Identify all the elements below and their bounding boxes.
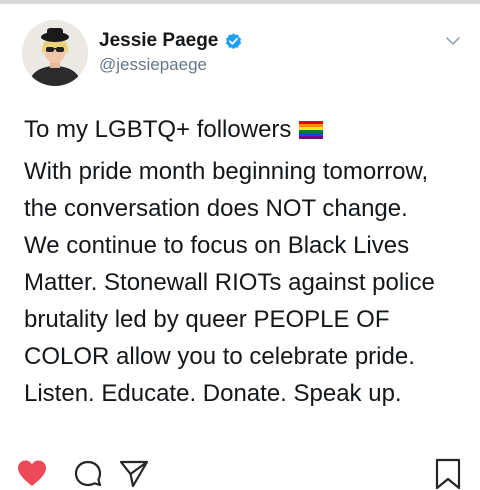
name-row: Jessie Paege xyxy=(99,30,243,52)
tweet-line: the conversation does NOT change. xyxy=(24,195,408,222)
tweet-header: Jessie Paege @jessiepaege xyxy=(22,20,462,86)
verified-badge-icon xyxy=(226,32,242,49)
tweet-heading-text: To my LGBTQ+ followers xyxy=(24,116,292,143)
tweet-heading: To my LGBTQ+ followers xyxy=(24,114,464,146)
top-divider xyxy=(0,0,480,4)
display-name[interactable]: Jessie Paege xyxy=(99,30,218,52)
tweet-line: With pride month beginning tomorrow, xyxy=(24,158,429,185)
rainbow-flag-icon xyxy=(299,121,324,139)
tweet-line: Listen. Educate. Donate. Speak up. xyxy=(24,380,402,407)
tweet-line: Matter. Stonewall RIOTs against police xyxy=(24,269,435,296)
send-icon[interactable] xyxy=(118,458,150,490)
action-bar xyxy=(0,452,480,490)
avatar-image xyxy=(22,20,88,86)
avatar[interactable] xyxy=(22,20,88,86)
tweet-body: To my LGBTQ+ followers With pride month … xyxy=(24,114,464,412)
bookmark-icon[interactable] xyxy=(432,458,464,490)
tweet-text: With pride month beginning tomorrow, the… xyxy=(24,153,464,412)
tweet-line: We continue to focus on Black Lives xyxy=(24,232,410,259)
handle[interactable]: @jessiepaege xyxy=(99,55,207,75)
chevron-down-icon[interactable] xyxy=(444,32,462,50)
tweet-line: COLOR allow you to celebrate pride. xyxy=(24,343,415,370)
comment-icon[interactable] xyxy=(72,458,104,490)
heart-icon[interactable] xyxy=(16,458,48,490)
tweet-line: brutality led by queer PEOPLE OF xyxy=(24,306,390,333)
